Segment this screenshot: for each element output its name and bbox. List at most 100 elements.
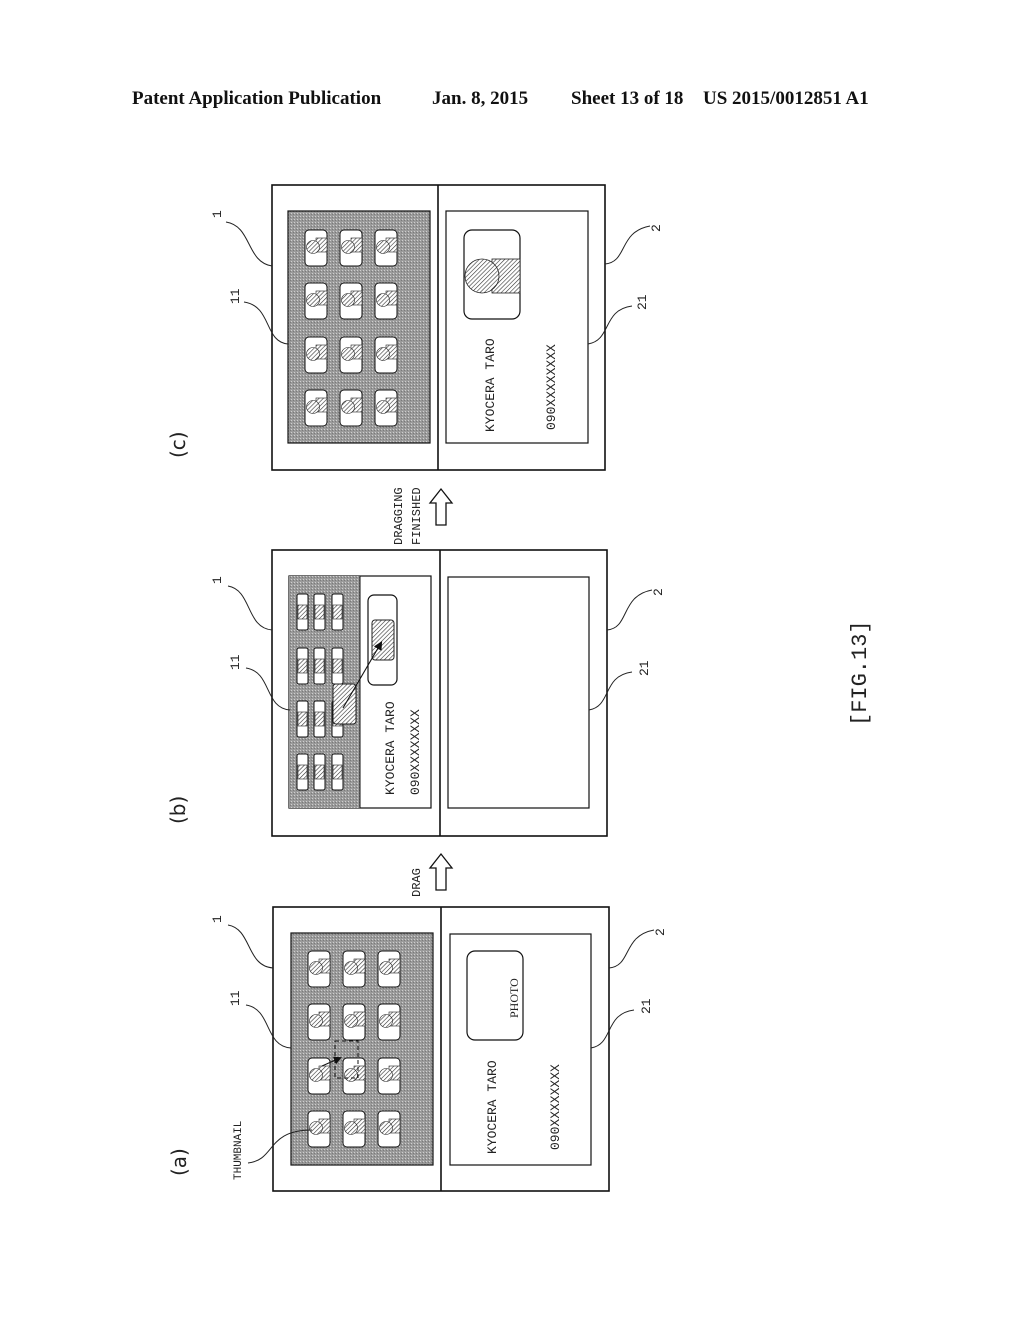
up-arrow-icon — [428, 852, 454, 891]
ref-numeral-21: 21 — [635, 294, 650, 310]
thumbnail-head-shape — [309, 1014, 323, 1028]
thumbnail-item — [313, 647, 326, 685]
thumbnail-shape — [314, 658, 325, 674]
thumbnail-head-shape — [306, 293, 320, 307]
thumbnail-head-shape — [379, 1121, 393, 1135]
thumbnail-item — [374, 282, 398, 320]
thumbnail-head-shape — [344, 1068, 358, 1082]
thumbnail-head-shape — [306, 400, 320, 414]
ref-numeral-2: 2 — [653, 928, 668, 936]
contact-name: KYOCERA TARO — [483, 338, 498, 432]
thumbnail-item — [374, 229, 398, 267]
contact-phone: 090XXXXXXXX — [408, 709, 423, 795]
thumbnail-shape — [297, 604, 308, 620]
thumbnail-head-shape — [309, 1068, 323, 1082]
thumbnail-item — [377, 950, 401, 988]
up-arrow-icon — [428, 487, 454, 526]
photo-placeholder: PHOTO — [507, 978, 521, 1018]
transition-label-line1: DRAGGING — [392, 487, 406, 545]
leader-line-21 — [587, 305, 633, 345]
thumbnail-item — [296, 647, 309, 685]
thumbnail-head-shape — [344, 961, 358, 975]
ref-numeral-2: 2 — [649, 224, 664, 232]
thumbnail-head-shape — [309, 961, 323, 975]
thumbnail-item — [296, 753, 309, 791]
thumbnail-item — [307, 1110, 331, 1148]
ref-numeral-1: 1 — [210, 576, 225, 584]
thumbnail-shape — [314, 711, 325, 727]
thumbnail-item — [374, 389, 398, 427]
thumbnail-head-shape — [306, 347, 320, 361]
thumbnail-item — [339, 229, 363, 267]
thumbnail-shape — [297, 711, 308, 727]
thumbnail-item — [307, 950, 331, 988]
thumbnail-item — [342, 1057, 366, 1095]
thumbnail-item — [377, 1057, 401, 1095]
thumbnail-head-shape — [341, 293, 355, 307]
thumbnail-item — [339, 389, 363, 427]
thumbnail-item — [342, 1003, 366, 1041]
transition-drag: DRAG — [410, 852, 454, 897]
thumbnail-item — [304, 389, 328, 427]
leader-line-21 — [588, 671, 633, 711]
ref-numeral-21: 21 — [639, 998, 654, 1014]
photo-head-shape — [464, 258, 500, 294]
leader-line-11 — [245, 1004, 292, 1049]
figure-13: (c) KYOCERA TARO 090XXXXXXXX 1 11 2 21 D… — [166, 184, 873, 1192]
thumbnail-item — [313, 593, 326, 631]
contact-name: KYOCERA TARO — [485, 1060, 500, 1154]
thumbnail-item — [304, 229, 328, 267]
thumbnail-head-shape — [309, 1121, 323, 1135]
thumbnail-item — [304, 336, 328, 374]
leader-line-11 — [243, 301, 289, 345]
thumbnail-head-shape — [379, 1068, 393, 1082]
contact-card-empty — [447, 576, 590, 809]
thumbnail-item — [313, 753, 326, 791]
thumbnail-item — [296, 593, 309, 631]
thumbnail-item — [342, 950, 366, 988]
leader-line-1 — [227, 924, 274, 969]
thumbnail-shape — [332, 604, 343, 620]
thumbnail-head-shape — [379, 1014, 393, 1028]
thumbnail-item — [304, 282, 328, 320]
thumbnail-item — [313, 700, 326, 738]
thumbnail-head-shape — [341, 400, 355, 414]
thumbnail-item — [331, 647, 344, 685]
thumbnail-head-shape — [341, 347, 355, 361]
leader-line-1 — [225, 221, 273, 267]
thumbnail-shape — [332, 658, 343, 674]
thumbnail-item — [331, 593, 344, 631]
contact-name: KYOCERA TARO — [383, 701, 398, 795]
thumbnail-head-shape — [379, 961, 393, 975]
thumbnail-shape — [314, 764, 325, 780]
thumbnail-head-shape — [376, 347, 390, 361]
thumbnail-item — [296, 700, 309, 738]
leader-line-2 — [606, 589, 653, 631]
contact-phone: 090XXXXXXXX — [544, 344, 559, 430]
ref-numeral-11: 11 — [228, 654, 243, 670]
thumbnail-head-shape — [344, 1121, 358, 1135]
leader-line-1 — [227, 585, 273, 631]
dropped-thumbnail — [371, 619, 395, 661]
thumbnail-head-shape — [376, 293, 390, 307]
thumbnail-head-shape — [376, 400, 390, 414]
transition-label: DRAG — [410, 868, 424, 897]
panel-a: (a) PHOTO KYOCERA TARO 090XXXXXXXX THUMB… — [167, 906, 668, 1192]
thumbnail-head-shape — [344, 1014, 358, 1028]
leader-line-21 — [590, 1009, 635, 1049]
panel-c: (c) KYOCERA TARO 090XXXXXXXX 1 11 2 21 — [166, 184, 664, 471]
ref-numeral-2: 2 — [651, 588, 666, 596]
thumbnail-shape — [297, 658, 308, 674]
thumbnail-callout-label: THUMBNAIL — [233, 1121, 245, 1180]
leader-line-2 — [608, 929, 655, 969]
thumbnail-item — [342, 1110, 366, 1148]
thumbnail-item — [331, 753, 344, 791]
thumbnail-head-shape — [376, 240, 390, 254]
thumbnail-item — [377, 1003, 401, 1041]
thumbnail-head-shape — [341, 240, 355, 254]
figure-label: [FIG.13] — [848, 620, 873, 726]
thumbnail-item — [339, 336, 363, 374]
thumbnail-item — [307, 1003, 331, 1041]
thumbnail-item — [374, 336, 398, 374]
thumbnail-shape — [297, 764, 308, 780]
